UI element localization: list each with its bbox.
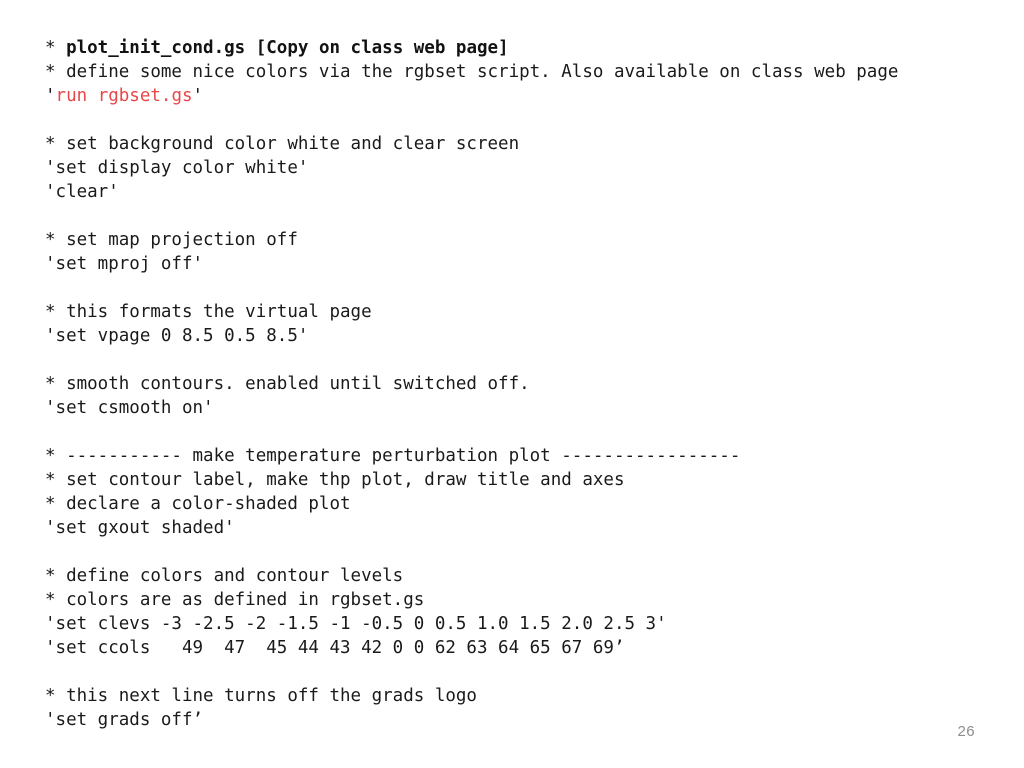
- code-token-plain: * smooth contours. enabled until switche…: [45, 374, 530, 394]
- code-line: * colors are as defined in rgbset.gs: [45, 588, 1020, 612]
- code-line: * define some nice colors via the rgbset…: [45, 60, 1020, 84]
- code-line: 'run rgbset.gs': [45, 84, 1020, 108]
- code-token-bold: plot_init_cond.gs [Copy on class web pag…: [66, 38, 509, 58]
- code-line: * ----------- make temperature perturbat…: [45, 444, 1020, 468]
- code-token-plain: * set map projection off: [45, 230, 298, 250]
- code-token-plain: 'clear': [45, 182, 119, 202]
- code-token-plain: 'set csmooth on': [45, 398, 214, 418]
- code-token-plain: 'set grads off’: [45, 710, 204, 730]
- code-line: 'set clevs -3 -2.5 -2 -1.5 -1 -0.5 0 0.5…: [45, 612, 1020, 636]
- code-token-plain: * ----------- make temperature perturbat…: [45, 446, 741, 466]
- code-token-plain: 'set ccols 49 47 45 44 43 42 0 0 62 63 6…: [45, 638, 625, 658]
- code-token-plain: 'set display color white': [45, 158, 309, 178]
- code-line: * this next line turns off the grads log…: [45, 684, 1020, 708]
- code-token-plain: 'set gxout shaded': [45, 518, 235, 538]
- code-line: 'set mproj off': [45, 252, 1020, 276]
- code-listing: * plot_init_cond.gs [Copy on class web p…: [45, 36, 1020, 732]
- code-line: * declare a color-shaded plot: [45, 492, 1020, 516]
- code-line: 'set ccols 49 47 45 44 43 42 0 0 62 63 6…: [45, 636, 1020, 660]
- code-line: 'set vpage 0 8.5 0.5 8.5': [45, 324, 1020, 348]
- code-token-plain: * define some nice colors via the rgbset…: [45, 62, 899, 82]
- code-token-plain: *: [45, 38, 67, 58]
- code-line: 'set display color white': [45, 156, 1020, 180]
- code-line: 'set csmooth on': [45, 396, 1020, 420]
- code-token-red: run rgbset.gs: [55, 86, 193, 106]
- code-line: * smooth contours. enabled until switche…: [45, 372, 1020, 396]
- page-number: 26: [957, 723, 975, 740]
- code-line: * define colors and contour levels: [45, 564, 1020, 588]
- code-line: * plot_init_cond.gs [Copy on class web p…: [45, 36, 1020, 60]
- code-line: 'clear': [45, 180, 1020, 204]
- code-line: * this formats the virtual page: [45, 300, 1020, 324]
- code-token-plain: * this formats the virtual page: [45, 302, 372, 322]
- slide-canvas: * plot_init_cond.gs [Copy on class web p…: [0, 0, 1024, 768]
- code-token-plain: ': [192, 86, 204, 106]
- code-token-plain: 'set mproj off': [45, 254, 204, 274]
- code-line: * set map projection off: [45, 228, 1020, 252]
- code-token-plain: * define colors and contour levels: [45, 566, 404, 586]
- code-token-plain: * set background color white and clear s…: [45, 134, 520, 154]
- code-line: * set background color white and clear s…: [45, 132, 1020, 156]
- code-line: * set contour label, make thp plot, draw…: [45, 468, 1020, 492]
- code-token-plain: * this next line turns off the grads log…: [45, 686, 477, 706]
- code-token-plain: * colors are as defined in rgbset.gs: [45, 590, 425, 610]
- code-token-plain: * set contour label, make thp plot, draw…: [45, 470, 625, 490]
- code-line: 'set grads off’: [45, 708, 1020, 732]
- code-line: 'set gxout shaded': [45, 516, 1020, 540]
- code-token-plain: 'set clevs -3 -2.5 -2 -1.5 -1 -0.5 0 0.5…: [45, 614, 667, 634]
- code-token-plain: ': [45, 86, 56, 106]
- code-token-plain: 'set vpage 0 8.5 0.5 8.5': [45, 326, 309, 346]
- code-token-plain: * declare a color-shaded plot: [45, 494, 351, 514]
